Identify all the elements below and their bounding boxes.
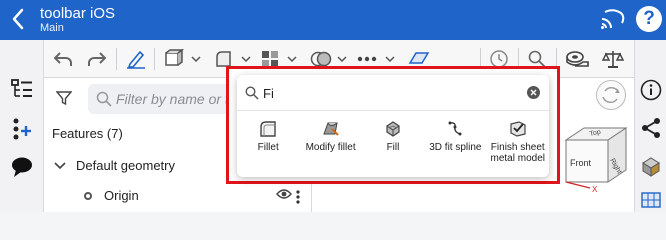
- comment-button[interactable]: [10, 156, 34, 178]
- right-rail: [634, 40, 666, 212]
- add-part-icon: [13, 118, 31, 140]
- popup-search-bar: [237, 75, 549, 111]
- visibility-toggle[interactable]: [276, 188, 292, 203]
- share-icon: [642, 118, 660, 138]
- row-menu-button[interactable]: [296, 190, 300, 204]
- parts-button[interactable]: [639, 154, 663, 178]
- result-fillet[interactable]: Fillet: [237, 119, 299, 175]
- feature-row-origin[interactable]: Origin: [84, 188, 306, 204]
- app-header: toolbar iOS Main ?: [0, 0, 666, 40]
- measure-button[interactable]: [564, 49, 590, 69]
- filter-icon: [55, 91, 73, 106]
- comment-icon: [12, 157, 32, 177]
- close-icon: [530, 89, 537, 96]
- feature-list-icon: [11, 79, 32, 97]
- cast-icon: [601, 9, 625, 29]
- filter-button[interactable]: [55, 90, 73, 111]
- share-button[interactable]: [639, 116, 663, 140]
- info-button[interactable]: [639, 78, 663, 102]
- help-button[interactable]: ?: [636, 6, 662, 32]
- redo-icon: [88, 52, 106, 66]
- fit-spline-icon: [448, 121, 462, 136]
- sketch-pencil-icon: [127, 50, 145, 69]
- axis-x-label: X: [592, 185, 598, 194]
- mass-properties-button[interactable]: [600, 49, 626, 69]
- fillet-icon: [260, 121, 276, 137]
- toolbar-divider: [116, 48, 117, 70]
- chevron-left-icon: [12, 8, 24, 30]
- result-label: 3D fit spline: [429, 142, 482, 153]
- mass-properties-icon: [602, 51, 624, 68]
- default-geometry-group[interactable]: Default geometry: [54, 158, 175, 173]
- cube-front-label: Front: [570, 158, 592, 168]
- info-icon: [640, 79, 662, 101]
- toolbar-divider: [154, 48, 155, 70]
- feature-search-popup: Fillet Modify fillet Fill 3D fit spline: [237, 75, 549, 177]
- undo-icon: [54, 52, 72, 66]
- modify-fillet-icon: [322, 122, 339, 136]
- fill-icon: [386, 121, 400, 137]
- search-results: Fillet Modify fillet Fill 3D fit spline: [237, 119, 549, 175]
- orbit-button[interactable]: [596, 80, 626, 110]
- search-icon: [96, 91, 112, 107]
- result-label: Modify fillet: [305, 142, 356, 153]
- sketch-button[interactable]: [126, 49, 146, 69]
- feature-search-input[interactable]: [263, 83, 523, 103]
- more-vertical-icon: [296, 190, 300, 204]
- extrude-button[interactable]: [164, 49, 202, 69]
- left-rail: [0, 40, 44, 212]
- origin-icon: [84, 191, 92, 200]
- origin-label: Origin: [104, 188, 139, 203]
- measure-icon: [566, 51, 589, 67]
- undo-button[interactable]: [54, 49, 72, 69]
- workspace-label: Main: [40, 22, 64, 34]
- result-finish-sheet-metal[interactable]: Finish sheet metal model: [487, 119, 549, 175]
- result-modify-fillet[interactable]: Modify fillet: [299, 119, 361, 175]
- back-button[interactable]: [8, 6, 30, 32]
- group-label: Default geometry: [76, 158, 175, 173]
- finish-sheet-metal-icon: [510, 121, 526, 137]
- clear-search-button[interactable]: [527, 86, 540, 99]
- eye-icon: [276, 189, 292, 199]
- search-icon: [245, 86, 259, 100]
- features-heading: Features (7): [52, 126, 123, 141]
- feature-list-button[interactable]: [10, 78, 34, 100]
- highlight-frame: Fillet Modify fillet Fill 3D fit spline: [226, 66, 560, 184]
- result-label: Fillet: [257, 142, 279, 153]
- document-title: toolbar iOS: [40, 5, 116, 22]
- redo-button[interactable]: [88, 49, 106, 69]
- cast-button[interactable]: [600, 8, 626, 30]
- view-cube[interactable]: Top Front Right X: [556, 122, 636, 194]
- result-fill[interactable]: Fill: [362, 119, 424, 175]
- add-part-button[interactable]: [10, 118, 34, 140]
- chevron-down-icon: [54, 161, 66, 169]
- result-label: Finish sheet metal model: [490, 142, 545, 164]
- grid-button[interactable]: [639, 190, 663, 210]
- extrude-icon: [165, 49, 201, 66]
- parts-icon: [642, 157, 660, 177]
- rotate-icon: [602, 87, 620, 103]
- result-3d-fit-spline[interactable]: 3D fit spline: [424, 119, 486, 175]
- result-label: Fill: [386, 142, 400, 153]
- grid-icon: [641, 192, 661, 208]
